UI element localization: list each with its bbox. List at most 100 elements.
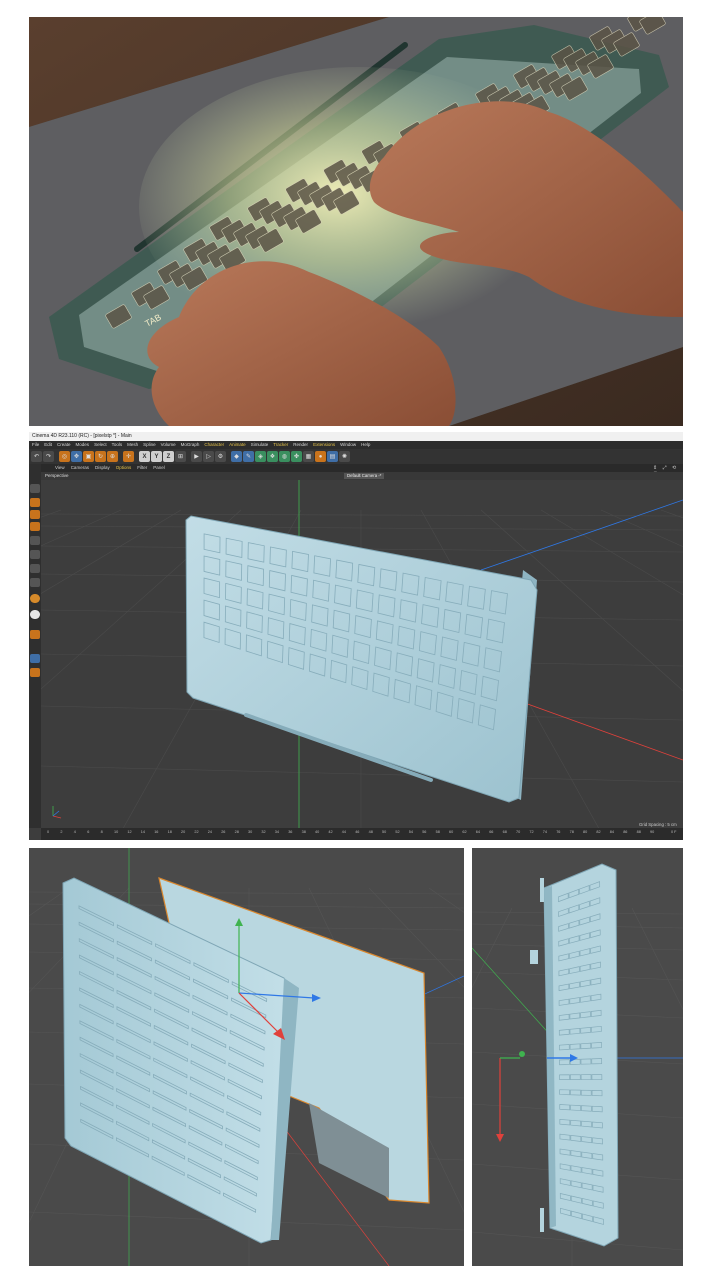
timeline-tick: 36 [288,830,293,834]
workplane-icon[interactable] [30,594,40,603]
light-icon[interactable]: ✺ [339,451,350,462]
timeline-tick: 18 [167,830,172,834]
enable-axis-icon[interactable] [30,550,40,559]
timeline-tick: 60 [449,830,454,834]
x-axis-lock-button[interactable]: X [139,451,150,462]
timeline-tick: 50 [382,830,387,834]
timeline-tick: 74 [542,830,548,834]
cinema4d-window: Cinema 4D R23.110 (RC) - [pixelstp *] - … [29,432,683,840]
timeline-tick: 56 [422,830,427,834]
snap-icon[interactable] [30,578,40,587]
menu-file[interactable]: File [32,441,39,449]
z-axis-lock-button[interactable]: Z [163,451,174,462]
menu-simulate[interactable]: Simulate [251,441,269,449]
edges-mode-icon[interactable] [30,510,40,519]
tweak-icon[interactable] [30,564,40,573]
timeline-tick: 0 [47,830,50,834]
viewport-menu-filter[interactable]: Filter [137,464,147,472]
menu-create[interactable]: Create [57,441,71,449]
exploded-view-viewport[interactable] [29,848,464,1266]
y-axis-lock-button[interactable]: Y [151,451,162,462]
viewport-menu-panel[interactable]: Panel [153,464,165,472]
locked-workplane-icon[interactable] [30,610,40,619]
menu-modes[interactable]: Modes [76,441,90,449]
floor-icon[interactable]: ▦ [303,451,314,462]
viewport-menu-cameras[interactable]: Cameras [71,464,89,472]
scale-icon[interactable]: ▣ [83,451,94,462]
timeline-tick: 32 [261,830,266,834]
viewport-header: Perspective Default Camera ◦* [41,472,683,480]
timeline-tick: 82 [596,830,601,834]
polygons-mode-icon[interactable] [30,522,40,531]
render-view-icon[interactable]: ▶ [191,451,202,462]
timeline-tick: 46 [355,830,360,834]
add-icon[interactable]: ✛ [123,451,134,462]
menu-help[interactable]: Help [361,441,370,449]
timeline-tick: 10 [114,830,119,834]
rotate-icon[interactable]: ↻ [95,451,106,462]
redo-icon[interactable]: ↷ [43,451,54,462]
timeline-tick: 4 [73,830,76,834]
main-menu-bar: File Edit Create Modes Select Tools Mesh Spline… [29,441,683,449]
timeline-tick: 40 [315,830,320,834]
menu-character[interactable]: Character [204,441,224,449]
transform-icon[interactable]: ⊕ [107,451,118,462]
timeline-tick: 44 [341,830,347,834]
timeline-tick: 70 [516,830,521,834]
menu-tools[interactable]: Tools [112,441,123,449]
field-icon[interactable]: ✤ [291,451,302,462]
menu-window[interactable]: Window [340,441,356,449]
camera-icon[interactable]: ● [315,451,326,462]
make-editable-icon[interactable] [30,484,40,493]
menu-render[interactable]: Render [293,441,308,449]
points-mode-icon[interactable] [30,498,40,507]
menu-spline[interactable]: Spline [143,441,156,449]
main-toolbar: ↶ ↷ ◎ ✥ ▣ ↻ ⊕ ✛ X Y Z ⊞ ▶ ▷ ⚙ ◆ ✎ ◈ ❖ ◍ … [29,449,683,464]
timeline-tick: 16 [154,830,159,834]
viewport-menu-display[interactable]: Display [95,464,110,472]
projection-label: Perspective [45,473,69,478]
menu-edit[interactable]: Edit [44,441,52,449]
timeline-tick: 28 [234,830,239,834]
menu-animate[interactable]: Animate [229,441,246,449]
timeline-tick: 88 [636,830,641,834]
timeline-tick: 38 [301,830,306,834]
timeline-tick: 8 [100,830,103,834]
viewport-menu-view[interactable]: View [55,464,65,472]
perspective-viewport[interactable] [41,480,683,828]
camera-selector[interactable]: Default Camera ◦* [344,473,385,479]
render-picture-viewer-icon[interactable]: ▷ [203,451,214,462]
cube-icon[interactable]: ◆ [231,451,242,462]
pen-icon[interactable]: ✎ [243,451,254,462]
timeline-tick: 12 [127,830,132,834]
paint-icon[interactable] [30,668,40,677]
menu-select[interactable]: Select [94,441,107,449]
timeline[interactable]: 0 2 4 6 8 10 12 14 16 18 20 22 24 26 28 30 32 34 36 38 40 42 4… [41,828,683,840]
menu-mograph[interactable]: MoGraph [181,441,200,449]
undo-icon[interactable]: ↶ [31,451,42,462]
live-select-icon[interactable]: ◎ [59,451,70,462]
timeline-frame-label: 0 F [671,830,677,834]
timeline-tick: 64 [475,830,481,834]
uv-mode-icon[interactable] [30,536,40,545]
timeline-tick: 34 [274,830,280,834]
timeline-tick: 48 [368,830,373,834]
coordinate-system-icon[interactable]: ⊞ [175,451,186,462]
solo-icon[interactable] [30,630,40,639]
move-icon[interactable]: ✥ [71,451,82,462]
deformer-icon[interactable]: ◍ [279,451,290,462]
menu-volume[interactable]: Volume [161,441,176,449]
side-view-viewport[interactable] [472,848,683,1266]
cloner-icon[interactable]: ❖ [267,451,278,462]
keyboard-photo: TAB [29,17,683,426]
viewport-menu-options[interactable]: Options [116,464,132,472]
menu-extensions[interactable]: Extensions [313,441,335,449]
render-settings-icon[interactable]: ⚙ [215,451,226,462]
timeline-tick: 26 [221,830,226,834]
timeline-tick: 68 [502,830,507,834]
menu-tracker[interactable]: Tracker [273,441,288,449]
grid-icon[interactable]: ▤ [327,451,338,462]
subdivision-icon[interactable]: ◈ [255,451,266,462]
viewport-solo-icon[interactable] [30,654,40,663]
menu-mesh[interactable]: Mesh [127,441,138,449]
